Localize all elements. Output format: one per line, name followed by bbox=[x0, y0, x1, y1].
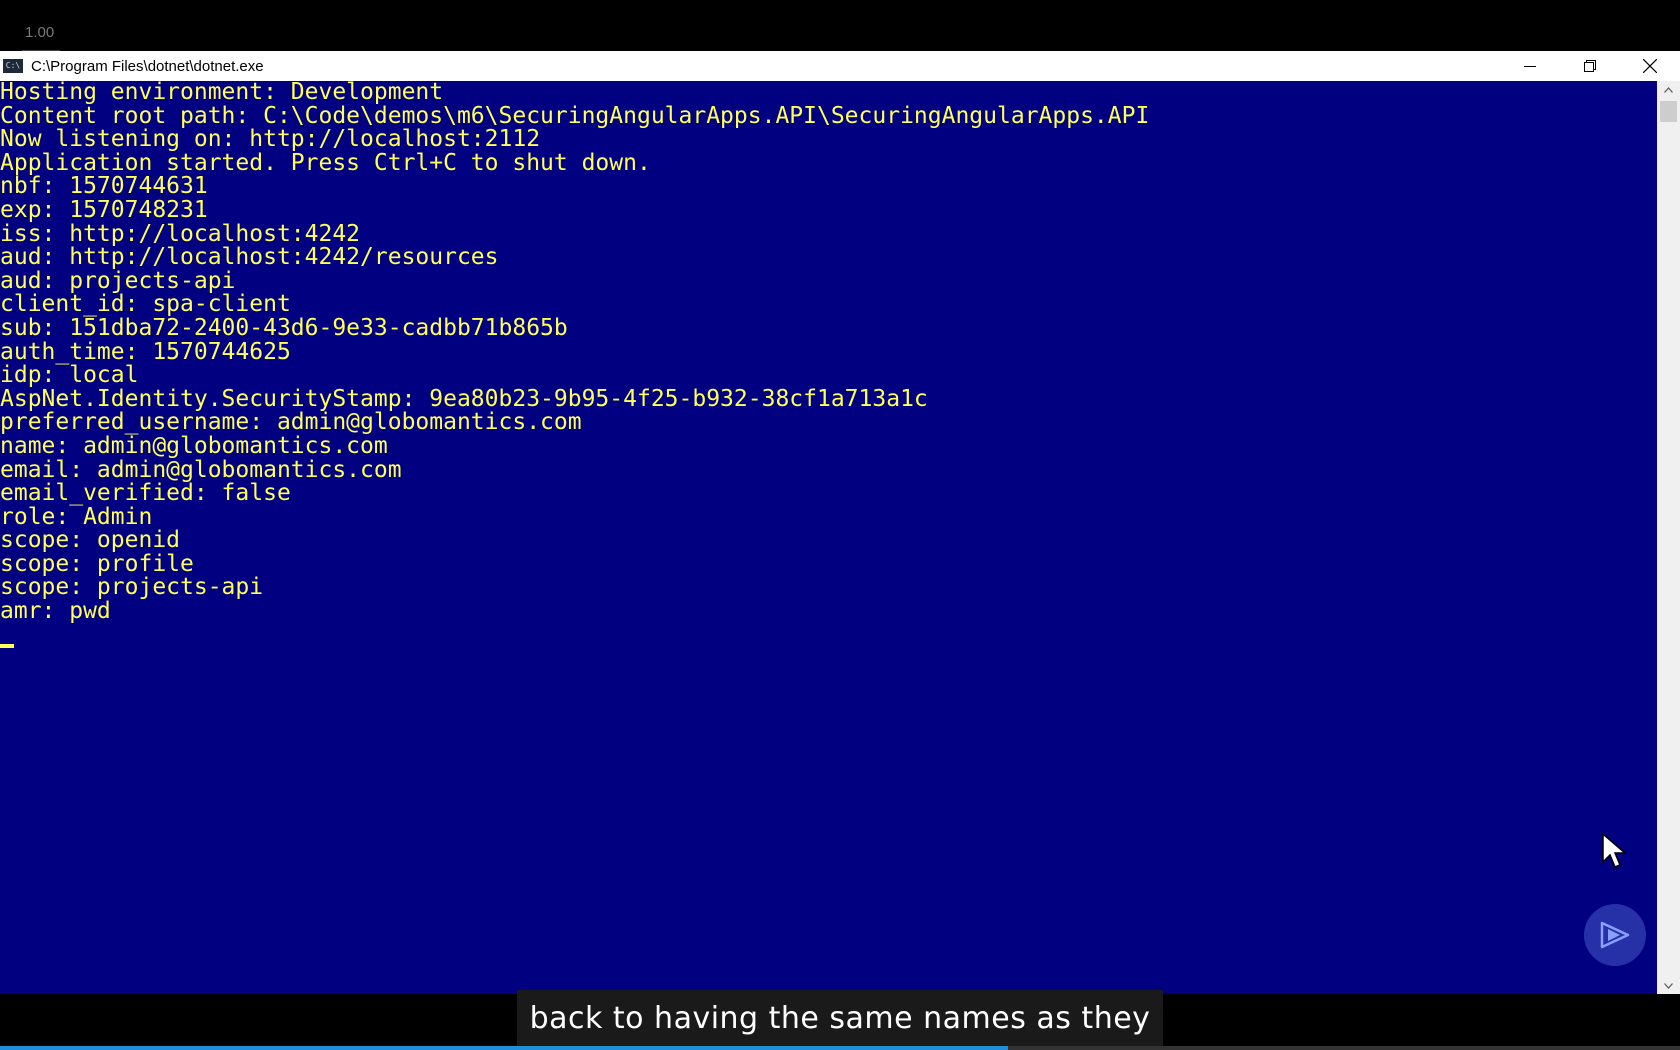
console-line: auth_time: 1570744625 bbox=[0, 338, 291, 365]
console-line: Content root path: C:\Code\demos\m6\Secu… bbox=[0, 102, 1150, 129]
console-line: sub: 151dba72-2400-43d6-9e33-cadbb71b865… bbox=[0, 314, 568, 341]
console-line: preferred_username: admin@globomantics.c… bbox=[0, 409, 582, 436]
scroll-up-button[interactable] bbox=[1657, 81, 1680, 98]
console-line: Application started. Press Ctrl+C to shu… bbox=[0, 149, 651, 176]
close-icon bbox=[1643, 59, 1657, 73]
console-output[interactable]: Hosting environment: Development Content… bbox=[0, 81, 1657, 994]
close-button[interactable] bbox=[1620, 51, 1680, 81]
caption-text: back to having the same names as they bbox=[529, 1000, 1151, 1036]
console-line: scope: openid bbox=[0, 527, 181, 554]
console-line: aud: http://localhost:4242/resources bbox=[0, 244, 499, 271]
console-line: nbf: 1570744631 bbox=[0, 173, 208, 200]
console-app-icon: C:\ bbox=[3, 59, 23, 73]
vertical-scrollbar[interactable] bbox=[1657, 81, 1680, 994]
play-button[interactable] bbox=[1584, 904, 1646, 966]
scroll-down-button[interactable] bbox=[1657, 977, 1680, 994]
console-line: client_id: spa-client bbox=[0, 291, 291, 318]
console-line: AspNet.Identity.SecurityStamp: 9ea80b23-… bbox=[0, 385, 928, 412]
progress-fill bbox=[0, 1046, 1008, 1050]
player-top-bar: 1.00 bbox=[0, 0, 1680, 51]
play-icon bbox=[1600, 921, 1630, 949]
console-line: email_verified: false bbox=[0, 480, 291, 507]
console-line: aud: projects-api bbox=[0, 267, 236, 294]
console-line: idp: local bbox=[0, 362, 139, 389]
window-titlebar[interactable]: C:\ C:\Program Files\dotnet\dotnet.exe bbox=[0, 51, 1680, 81]
console-line: iss: http://localhost:4242 bbox=[0, 220, 361, 247]
restore-icon bbox=[1584, 60, 1596, 72]
caption-box: back to having the same names as they bbox=[517, 990, 1163, 1046]
minimize-button[interactable] bbox=[1500, 51, 1560, 81]
progress-track[interactable] bbox=[0, 1046, 1680, 1050]
console-line: email: admin@globomantics.com bbox=[0, 456, 402, 483]
minimize-icon bbox=[1524, 66, 1536, 67]
window-controls bbox=[1500, 51, 1680, 81]
console-line: amr: pwd bbox=[0, 598, 111, 625]
console-line: scope: projects-api bbox=[0, 574, 264, 601]
console-window: C:\ C:\Program Files\dotnet\dotnet.exe H… bbox=[0, 51, 1680, 994]
console-line: exp: 1570748231 bbox=[0, 196, 208, 223]
console-line: name: admin@globomantics.com bbox=[0, 432, 388, 459]
chevron-up-icon bbox=[1664, 86, 1673, 93]
text-caret bbox=[0, 644, 14, 648]
console-line: role: Admin bbox=[0, 503, 153, 530]
window-title: C:\Program Files\dotnet\dotnet.exe bbox=[31, 57, 264, 75]
console-line: Hosting environment: Development bbox=[0, 81, 444, 105]
mouse-cursor-icon bbox=[1601, 832, 1628, 874]
restore-button[interactable] bbox=[1560, 51, 1620, 81]
scroll-thumb[interactable] bbox=[1660, 101, 1677, 122]
zoom-level-label[interactable]: 1.00 bbox=[25, 24, 54, 41]
console-line: scope: profile bbox=[0, 550, 194, 577]
console-line: Now listening on: http://localhost:2112 bbox=[0, 126, 541, 153]
chevron-down-icon bbox=[1664, 982, 1673, 989]
